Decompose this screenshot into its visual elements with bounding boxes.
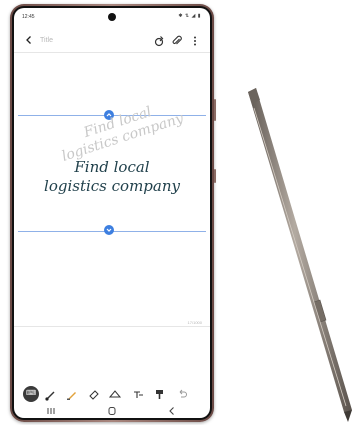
pen-mode-icon[interactable] bbox=[153, 34, 165, 47]
text-mode-icon[interactable] bbox=[130, 386, 146, 402]
power-button bbox=[214, 169, 216, 183]
pen-icon[interactable] bbox=[43, 386, 59, 402]
phone-screen: 12:45 ✱ ⇅ ◢ ▮ Title Find local logistics… bbox=[14, 8, 210, 418]
status-bar: 12:45 ✱ ⇅ ◢ ▮ bbox=[14, 8, 210, 26]
format-icon[interactable] bbox=[152, 386, 168, 402]
lasso-icon[interactable] bbox=[107, 386, 123, 402]
attach-icon[interactable] bbox=[171, 34, 183, 46]
recent-apps-icon[interactable] bbox=[44, 405, 58, 417]
s-pen-stylus bbox=[248, 88, 352, 422]
char-count: 17/1000 bbox=[187, 320, 202, 325]
back-arrow-icon[interactable] bbox=[24, 35, 34, 45]
title-input[interactable]: Title bbox=[40, 37, 53, 44]
handwriting-line-1: Find local bbox=[74, 158, 150, 176]
handwritten-note[interactable]: Find local logistics company bbox=[24, 158, 200, 196]
note-toolbar: Title bbox=[14, 28, 210, 52]
pen-toolbar: ⌨ bbox=[14, 384, 210, 404]
expand-down-handle[interactable] bbox=[104, 225, 114, 235]
eraser-icon[interactable] bbox=[86, 386, 102, 402]
status-time: 12:45 bbox=[22, 14, 35, 20]
more-options-icon[interactable] bbox=[189, 34, 201, 46]
handwriting-line-2: logistics company bbox=[44, 177, 180, 195]
content-divider bbox=[14, 326, 210, 327]
keyboard-icon[interactable]: ⌨ bbox=[23, 386, 39, 402]
status-icons: ✱ ⇅ ◢ ▮ bbox=[178, 13, 201, 19]
highlighter-icon[interactable] bbox=[64, 386, 80, 402]
home-icon[interactable] bbox=[105, 405, 119, 417]
undo-icon[interactable] bbox=[174, 386, 190, 402]
navigation-bar bbox=[14, 404, 210, 418]
toolbar-divider bbox=[14, 52, 210, 53]
back-nav-icon[interactable] bbox=[165, 405, 179, 417]
volume-button bbox=[214, 99, 216, 121]
